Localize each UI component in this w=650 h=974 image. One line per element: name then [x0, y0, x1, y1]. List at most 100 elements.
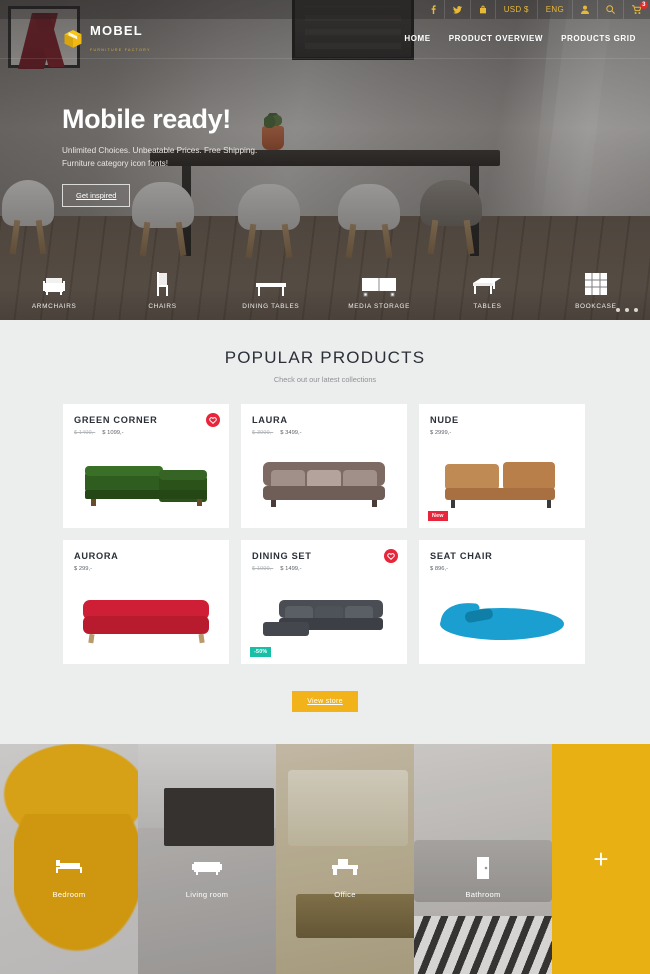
product-old-price: $ 1999,- [252, 566, 274, 572]
room-label: Living room [185, 890, 229, 899]
product-card[interactable]: AURORA $ 299,- [63, 540, 229, 664]
product-image [63, 584, 229, 656]
brand-tagline: FURNITURE FACTORY [90, 47, 151, 52]
hero-subtitle-line1: Unlimited Choices. Unbeatable Prices. Fr… [62, 146, 258, 155]
category-label: TABLES [473, 303, 502, 310]
wishlist-heart-icon[interactable] [384, 549, 398, 563]
product-card[interactable]: NUDE $ 2999,- New [419, 404, 585, 528]
product-card[interactable]: GREEN CORNER $ 1499,- $ 1099,- [63, 404, 229, 528]
hero-banner: USD $ ENG 3 MOBEL FURNITURE FACTORY HOME… [0, 0, 650, 320]
product-image [241, 448, 407, 520]
top-utility-bar: USD $ ENG 3 [0, 0, 650, 19]
main-navigation: HOME PRODUCT OVERVIEW PRODUCTS GRID [404, 34, 636, 43]
nav-item-products-grid[interactable]: PRODUCTS GRID [561, 34, 636, 43]
room-card-office[interactable]: Office [276, 744, 414, 974]
room-card-bathroom[interactable]: Bathroom [414, 744, 552, 974]
product-price: $ 3499,- [280, 430, 302, 436]
view-store-button[interactable]: View store [292, 691, 358, 712]
hero-content: Mobile ready! Unlimited Choices. Unbeata… [62, 104, 257, 207]
product-price: $ 896,- [430, 566, 449, 572]
cart-count-badge: 3 [640, 1, 648, 9]
category-label: MEDIA STORAGE [348, 303, 411, 310]
cart-icon[interactable]: 3 [623, 0, 650, 19]
media-storage-icon [360, 267, 398, 297]
price-row: $ 1999,- $ 1499,- [252, 566, 396, 572]
section-subtitle: Check out our latest collections [273, 375, 377, 384]
product-price: $ 1099,- [102, 430, 124, 436]
product-name: SEAT CHAIR [430, 551, 493, 561]
product-price: $ 1499,- [280, 566, 302, 572]
get-inspired-button[interactable]: Get inspired [62, 184, 131, 207]
popular-products-section: POPULAR PRODUCTS Check out our latest co… [0, 320, 650, 744]
room-label: Office [334, 890, 356, 899]
room-card-bedroom[interactable]: Bedroom [0, 744, 138, 974]
bed-icon [54, 856, 84, 879]
section-title: POPULAR PRODUCTS [224, 348, 426, 367]
header-bar: MOBEL FURNITURE FACTORY HOME PRODUCT OVE… [0, 19, 650, 59]
hero-subtitle-line2: Furniture category icon fonts! [62, 159, 169, 168]
bag-icon[interactable] [469, 0, 495, 19]
category-dining-tables[interactable]: DINING TABLES [217, 267, 325, 310]
twitter-icon[interactable] [443, 0, 470, 19]
slider-dots[interactable] [616, 308, 638, 312]
room-categories-section: Bedroom Living room Office Bathroom + [0, 744, 650, 974]
currency-selector[interactable]: USD $ [494, 0, 537, 19]
room-card-more[interactable]: + [552, 744, 650, 974]
table-icon [470, 267, 504, 297]
user-icon[interactable] [572, 0, 597, 19]
slider-dot[interactable] [634, 308, 638, 312]
product-price: $ 299,- [74, 566, 93, 572]
product-card[interactable]: LAURA $ 3999,- $ 3499,- [241, 404, 407, 528]
category-label: DINING TABLES [242, 303, 300, 310]
price-row: $ 3999,- $ 3499,- [252, 430, 396, 436]
desk-icon [330, 856, 360, 881]
price-row: $ 2999,- [430, 430, 574, 436]
brand-name: MOBEL [90, 22, 143, 38]
product-name: LAURA [252, 415, 288, 425]
search-icon[interactable] [597, 0, 623, 19]
price-row: $ 896,- [430, 566, 574, 572]
product-old-price: $ 3999,- [252, 430, 274, 436]
category-media-storage[interactable]: MEDIA STORAGE [325, 267, 433, 310]
product-image [419, 448, 585, 520]
product-image [63, 448, 229, 520]
plus-icon: + [593, 844, 609, 874]
slider-dot[interactable] [625, 308, 629, 312]
product-price: $ 2999,- [430, 430, 452, 436]
category-label: BOOKCASE [575, 303, 617, 310]
brand-logo[interactable]: MOBEL FURNITURE FACTORY [62, 23, 151, 55]
wishlist-heart-icon[interactable] [206, 413, 220, 427]
box-logo-icon [62, 28, 84, 50]
hero-title: Mobile ready! [62, 104, 231, 134]
nav-item-home[interactable]: HOME [404, 34, 430, 43]
view-store-wrap: View store [0, 690, 650, 712]
category-chairs[interactable]: CHAIRS [108, 267, 216, 310]
dining-table-icon [254, 267, 288, 297]
product-image [241, 584, 407, 656]
price-row: $ 1499,- $ 1099,- [74, 430, 218, 436]
product-name: AURORA [74, 551, 119, 561]
nav-item-product-overview[interactable]: PRODUCT OVERVIEW [449, 34, 543, 43]
product-card[interactable]: SEAT CHAIR $ 896,- [419, 540, 585, 664]
language-selector[interactable]: ENG [536, 0, 572, 19]
category-label: ARMCHAIRS [31, 303, 77, 310]
slider-dot[interactable] [616, 308, 620, 312]
category-bookcase[interactable]: BOOKCASE [542, 267, 650, 310]
bookcase-icon [583, 267, 609, 297]
room-label: Bathroom [465, 890, 501, 899]
category-label: CHAIRS [148, 303, 177, 310]
door-icon [473, 856, 493, 885]
product-image [419, 584, 585, 656]
product-old-price: $ 1499,- [74, 430, 96, 436]
product-card[interactable]: DINING SET $ 1999,- $ 1499,- -50% [241, 540, 407, 664]
sofa-icon [191, 856, 223, 881]
product-name: GREEN CORNER [74, 415, 158, 425]
facebook-icon[interactable] [423, 0, 444, 19]
category-tables[interactable]: TABLES [433, 267, 541, 310]
product-name: DINING SET [252, 551, 312, 561]
category-armchairs[interactable]: ARMCHAIRS [0, 267, 108, 310]
product-grid: GREEN CORNER $ 1499,- $ 1099,- LAURA $ 3… [63, 404, 587, 664]
room-card-living-room[interactable]: Living room [138, 744, 276, 974]
product-name: NUDE [430, 415, 459, 425]
room-label: Bedroom [52, 890, 86, 899]
